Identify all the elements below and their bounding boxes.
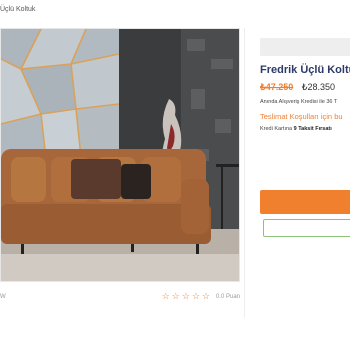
divider — [244, 28, 245, 318]
add-to-cart-button[interactable] — [260, 190, 350, 214]
rating-stars[interactable]: ☆ ☆ ☆ ☆ ☆ 0.0 Puan — [162, 292, 240, 301]
star-outline-icon: ☆ — [201, 291, 210, 301]
product-image[interactable] — [0, 28, 240, 282]
installment-offer: 9 Taksit Fırsatı — [293, 126, 332, 132]
star-outline-icon: ☆ — [161, 291, 170, 301]
star-outline-icon: ☆ — [171, 291, 180, 301]
star-outline-icon: ☆ — [191, 291, 200, 301]
star-outline-icon: ☆ — [181, 291, 190, 301]
image-footer-text: W — [0, 294, 6, 300]
installment-prefix: Kredi Kartına — [260, 126, 294, 132]
rating-points: 0.0 Puan — [215, 293, 240, 300]
secondary-action-button[interactable] — [263, 219, 350, 237]
breadcrumb-current[interactable]: Üçlü Koltuk — [0, 6, 35, 13]
credit-note: Anında Alışveriş Kredisi ile 36 T — [260, 99, 338, 105]
product-photo — [1, 29, 239, 281]
breadcrumb: Üçlü Koltuk — [0, 6, 35, 13]
price-block: ₺47.250 ₺28.350 — [260, 82, 335, 93]
brand-placeholder — [260, 38, 350, 56]
delivery-conditions-link[interactable]: Teslimat Koşulları için bu — [260, 112, 343, 121]
product-title: Fredrik Üçlü Koltu — [260, 64, 350, 76]
old-price: ₺47.250 — [260, 82, 294, 92]
installment-info: Kredi Kartına 9 Taksit Fırsatı — [260, 126, 332, 132]
image-footer: W ☆ ☆ ☆ ☆ ☆ 0.0 Puan — [0, 290, 240, 308]
current-price: ₺28.350 — [301, 82, 336, 92]
